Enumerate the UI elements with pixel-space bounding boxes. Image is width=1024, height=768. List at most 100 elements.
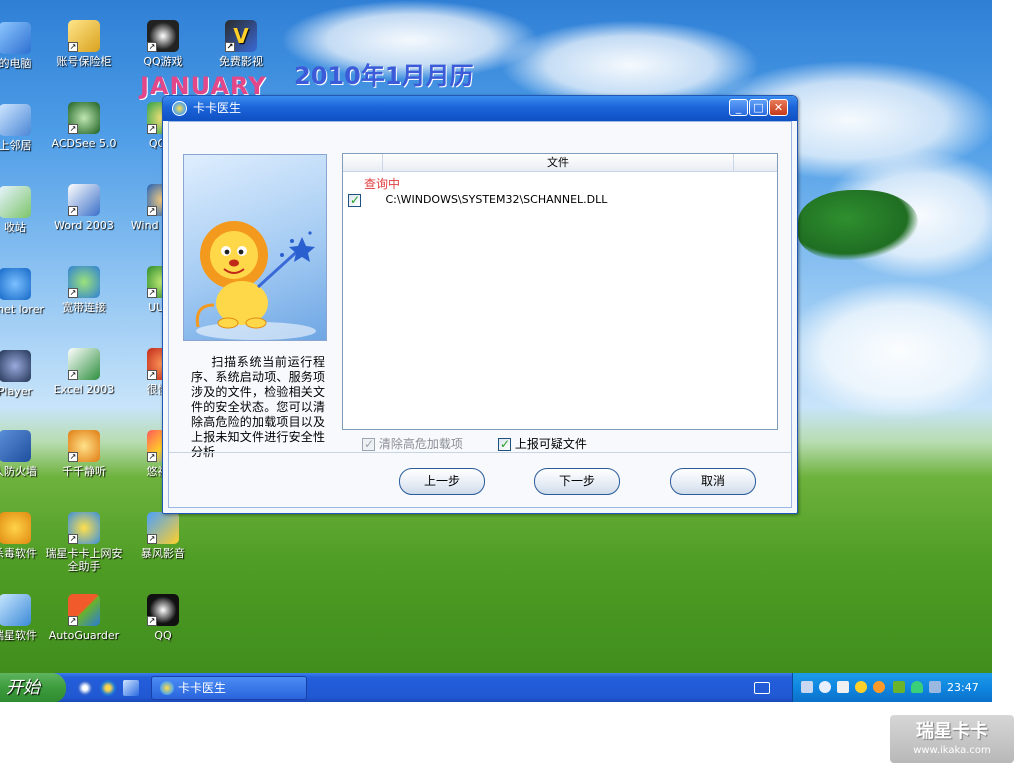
shield-icon: ↗: [68, 594, 100, 626]
network-tray-icon[interactable]: [801, 681, 813, 693]
icon-label: 瑞星卡卡上网安全助手: [45, 547, 123, 573]
icon-label: 杀毒软件: [0, 547, 37, 560]
storm-icon: ↗: [147, 512, 179, 544]
icon-label: 账号保险柜: [56, 55, 112, 68]
kaka-app-icon: [172, 101, 187, 116]
desktop-icon-qq-game[interactable]: ↗ QQ游戏: [123, 20, 203, 68]
rising-icon: [0, 594, 31, 626]
desktop-icon-acdsee[interactable]: ↗ ACDSee 5.0: [44, 102, 124, 150]
file-checkbox[interactable]: [348, 192, 361, 208]
scan-status-text: 查询中: [364, 177, 401, 191]
clear-high-risk-label: 清除高危加载项: [378, 437, 463, 451]
desktop-icon-word[interactable]: ↗ Word 2003: [44, 184, 124, 232]
icon-label: 上邻居: [0, 139, 32, 152]
ie-quicklaunch-icon[interactable]: [100, 680, 116, 696]
kaka-doctor-window: 卡卡医生 _ □ ✕ 扫描系统当前运行程序、系统启动项、服务项涉及的文件，检验相…: [162, 95, 798, 514]
icon-label: 的电脑: [0, 57, 32, 70]
icon-label: ernet lorer: [0, 303, 44, 316]
word-icon: ↗: [68, 184, 100, 216]
lion-mascot-icon: [195, 221, 316, 340]
qq-penguin-icon: ↗: [147, 594, 179, 626]
desktop-icon-autoguarder[interactable]: ↗ AutoGuarder: [44, 594, 124, 642]
media-player-quicklaunch-icon[interactable]: [77, 680, 93, 696]
vault-icon: ↗: [68, 20, 100, 52]
taskbar: 开始 卡卡医生 23:47: [0, 673, 992, 702]
file-list[interactable]: 文件 查询中 C:\WINDOWS\SYSTEM32\SCHANNEL.DLL: [342, 153, 778, 430]
icon-label: 免费影视: [219, 55, 263, 68]
icon-label: 暴风影音: [141, 547, 185, 560]
player-icon: [0, 350, 31, 382]
icon-label: QQ: [154, 629, 172, 642]
qq-tray-icon[interactable]: [855, 681, 867, 693]
icon-label: 人防火墙: [0, 465, 37, 478]
taskbar-task-label: 卡卡医生: [178, 681, 227, 695]
icon-label: QQ游戏: [143, 55, 183, 68]
kaka-icon: ↗: [68, 512, 100, 544]
minimize-button[interactable]: _: [729, 99, 748, 116]
lion-illustration: [183, 154, 327, 341]
report-suspicious-checkbox[interactable]: [498, 436, 511, 452]
antivirus-tray-icon[interactable]: [873, 681, 885, 693]
icon-label: AutoGuarder: [48, 629, 120, 642]
search-tray-icon[interactable]: [819, 681, 831, 693]
report-suspicious-option[interactable]: 上报可疑文件: [498, 436, 587, 452]
volume-tray-icon[interactable]: [837, 681, 849, 693]
watermark-url: www.ikaka.com: [913, 745, 991, 756]
prev-button[interactable]: 上一步: [399, 468, 485, 495]
lion-shield-icon: [0, 512, 31, 544]
desktop-icon-free-video[interactable]: V ↗ 免费影视: [201, 20, 281, 68]
file-column-header[interactable]: 文件: [383, 154, 734, 172]
button-bar-divider: [169, 452, 791, 453]
desktop: JANUARY 2010年1月月历 的电脑 上邻居 收站 ernet lorer…: [0, 0, 992, 702]
desktop-icon-ttplayer[interactable]: ↗ 千千静听: [44, 430, 124, 478]
clock[interactable]: 23:47: [947, 673, 979, 702]
system-tray: 23:47: [792, 673, 992, 702]
ie-icon: [0, 268, 31, 300]
file-path: C:\WINDOWS\SYSTEM32\SCHANNEL.DLL: [385, 193, 608, 206]
checkbox-column-header: [343, 154, 383, 172]
taskbar-task-kaka-doctor[interactable]: 卡卡医生: [151, 676, 307, 700]
excel-icon: ↗: [68, 348, 100, 380]
computer-icon: [0, 22, 31, 54]
firewall-icon: [0, 430, 31, 462]
clear-high-risk-option: 清除高危加载项: [362, 436, 463, 452]
calendar-title: 2010年1月月历: [294, 62, 474, 90]
qq-penguin-icon: ↗: [147, 20, 179, 52]
close-button[interactable]: ✕: [769, 99, 788, 116]
kaka-app-icon: [160, 681, 174, 695]
broadband-icon: ↗: [68, 266, 100, 298]
watermark-logo: 瑞星卡卡 www.ikaka.com: [890, 715, 1014, 763]
firewall-tray-icon[interactable]: [929, 681, 941, 693]
desktop-icon-excel[interactable]: ↗ Excel 2003: [44, 348, 124, 396]
list-item[interactable]: C:\WINDOWS\SYSTEM32\SCHANNEL.DLL: [348, 192, 607, 208]
window-body: 扫描系统当前运行程序、系统启动项、服务项涉及的文件，检验相关文件的安全状态。您可…: [168, 121, 792, 508]
cloud: [780, 280, 992, 420]
start-button[interactable]: 开始: [0, 673, 66, 702]
icon-label: ACDSee 5.0: [51, 137, 117, 150]
cancel-button[interactable]: 取消: [670, 468, 756, 495]
next-button[interactable]: 下一步: [534, 468, 620, 495]
desktop-icon-storm-player[interactable]: ↗ 暴风影音: [123, 512, 203, 560]
icon-label: Excel 2003: [53, 383, 115, 396]
shield-tray-icon[interactable]: [893, 681, 905, 693]
desktop-quicklaunch-icon[interactable]: [123, 680, 139, 696]
icon-label: Player: [0, 385, 33, 398]
title-bar[interactable]: 卡卡医生 _ □ ✕: [163, 96, 797, 121]
icon-label: 千千静听: [62, 465, 106, 478]
acdsee-eye-icon: ↗: [68, 102, 100, 134]
headphones-icon: ↗: [68, 430, 100, 462]
icon-label: Word 2003: [54, 219, 114, 232]
keyboard-icon[interactable]: [754, 682, 770, 694]
maximize-button[interactable]: □: [749, 99, 768, 116]
umbrella-tray-icon[interactable]: [911, 681, 923, 693]
video-v-icon: V ↗: [225, 20, 257, 52]
desktop-icon-account-vault[interactable]: ↗ 账号保险柜: [44, 20, 124, 68]
description-text: 扫描系统当前运行程序、系统启动项、服务项涉及的文件，检验相关文件的安全状态。您可…: [191, 355, 325, 459]
file-list-header: 文件: [343, 154, 777, 172]
desktop-icon-kaka-assistant[interactable]: ↗ 瑞星卡卡上网安全助手: [44, 512, 124, 573]
report-suspicious-label: 上报可疑文件: [514, 437, 587, 451]
recycle-bin-icon: [0, 186, 31, 218]
desktop-icon-qq[interactable]: ↗ QQ: [123, 594, 203, 642]
desktop-icon-broadband[interactable]: ↗ 宽带连接: [44, 266, 124, 314]
icon-label: 收站: [4, 221, 26, 234]
